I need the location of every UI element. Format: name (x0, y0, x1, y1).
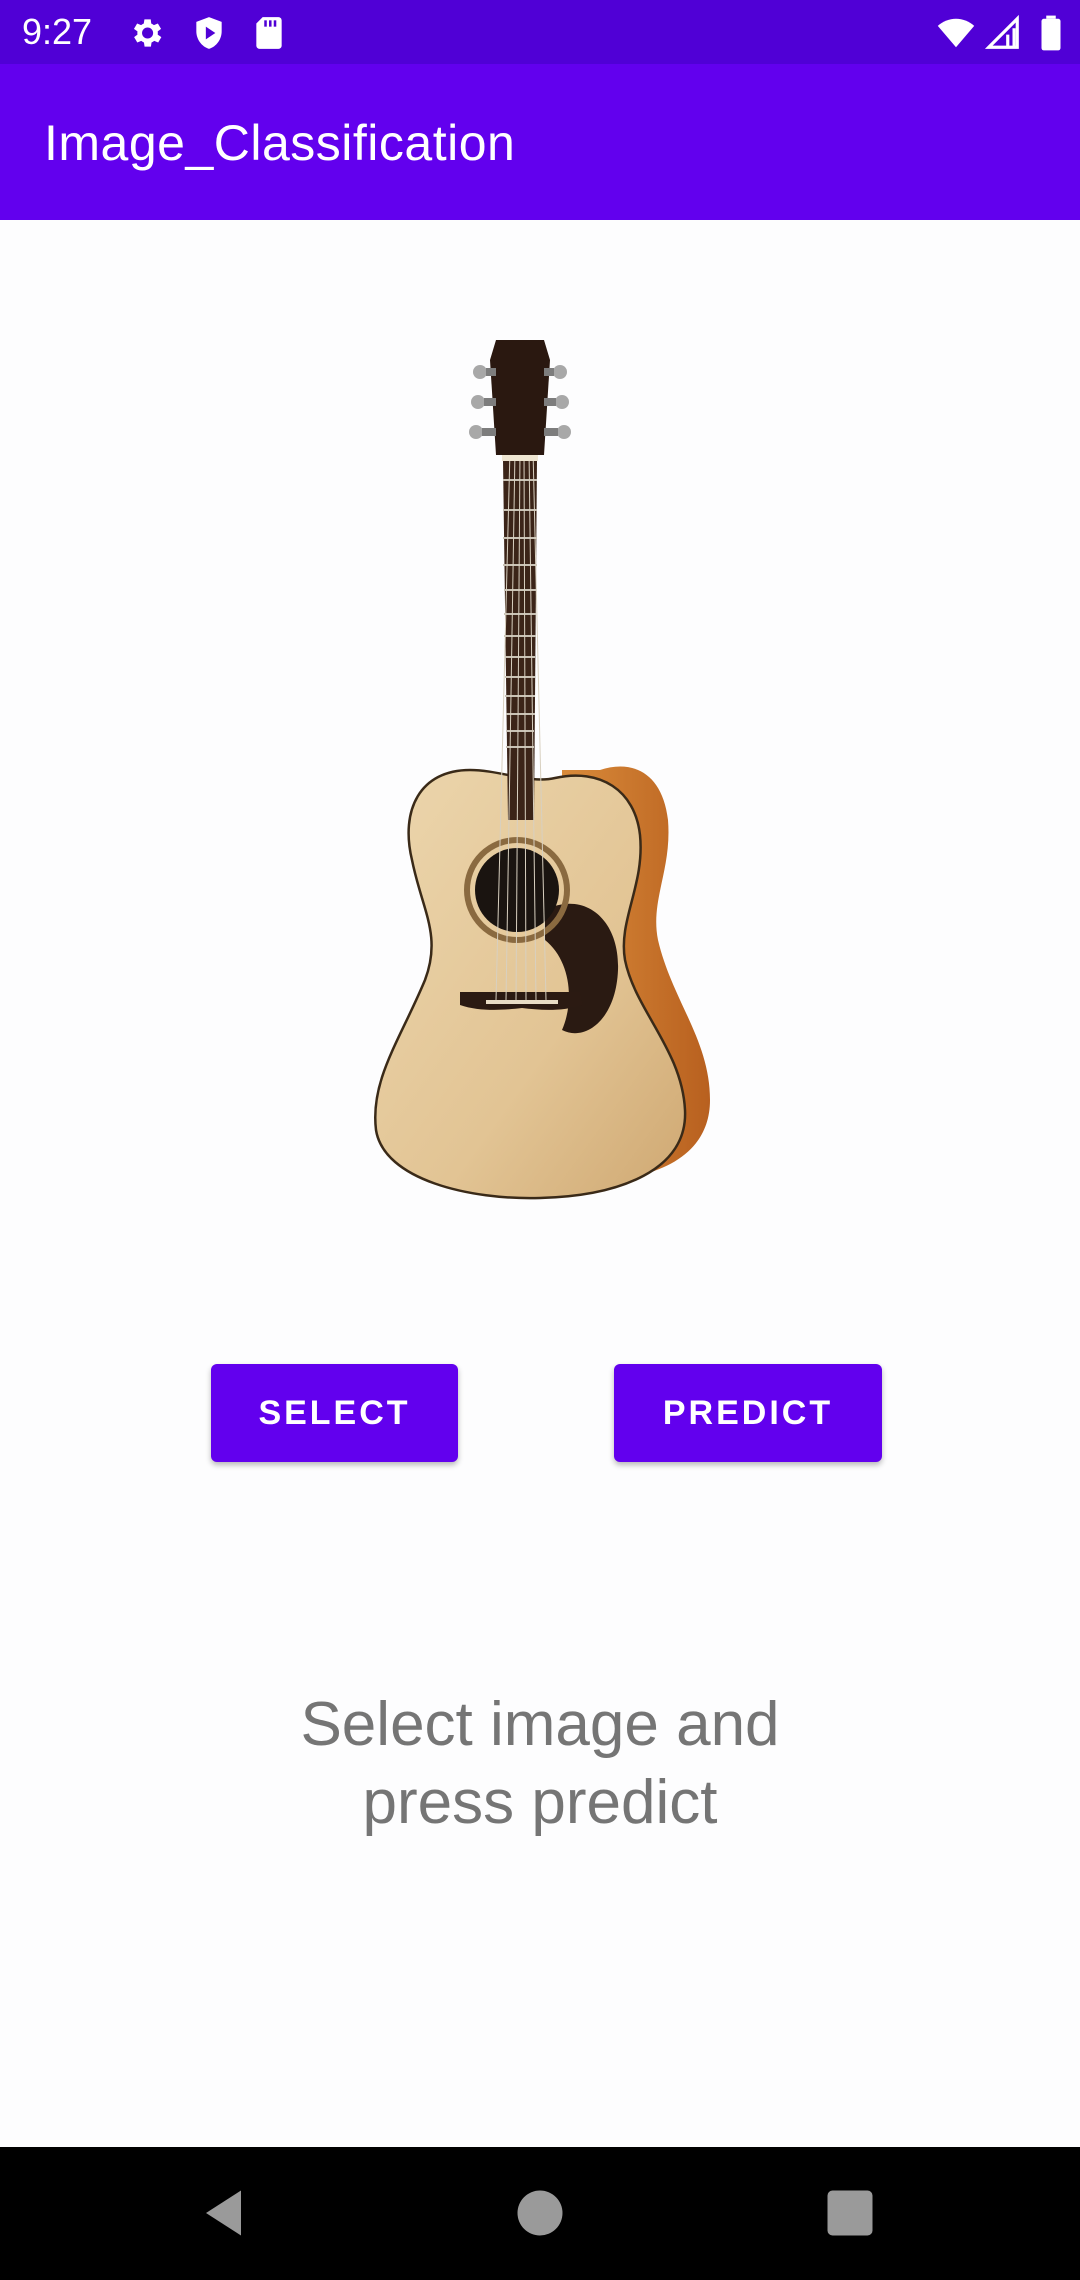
home-icon[interactable] (510, 2183, 570, 2243)
predict-button[interactable]: PREDICT (614, 1364, 882, 1462)
battery-icon (1041, 15, 1061, 51)
wifi-icon (937, 18, 975, 48)
shield-play-icon (196, 17, 222, 49)
navigation-bar (0, 2147, 1080, 2280)
guitar-image (373, 340, 710, 1200)
app-title: Image_Classification (44, 115, 516, 171)
select-button[interactable]: SELECT (211, 1364, 458, 1462)
recents-icon[interactable] (820, 2183, 880, 2243)
result-line-2: press predict (362, 1768, 718, 1837)
signal-icon (984, 14, 1019, 49)
back-icon[interactable] (196, 2183, 256, 2243)
app-bar: Image_Classification (0, 64, 1080, 220)
gear-icon (133, 19, 162, 47)
result-line-1: Select image and (300, 1690, 780, 1759)
status-bar: 9:27 (0, 0, 1080, 64)
result-text: Select image and press predict (140, 1686, 940, 1842)
sd-card-icon (256, 17, 282, 49)
status-time: 9:27 (22, 11, 93, 52)
